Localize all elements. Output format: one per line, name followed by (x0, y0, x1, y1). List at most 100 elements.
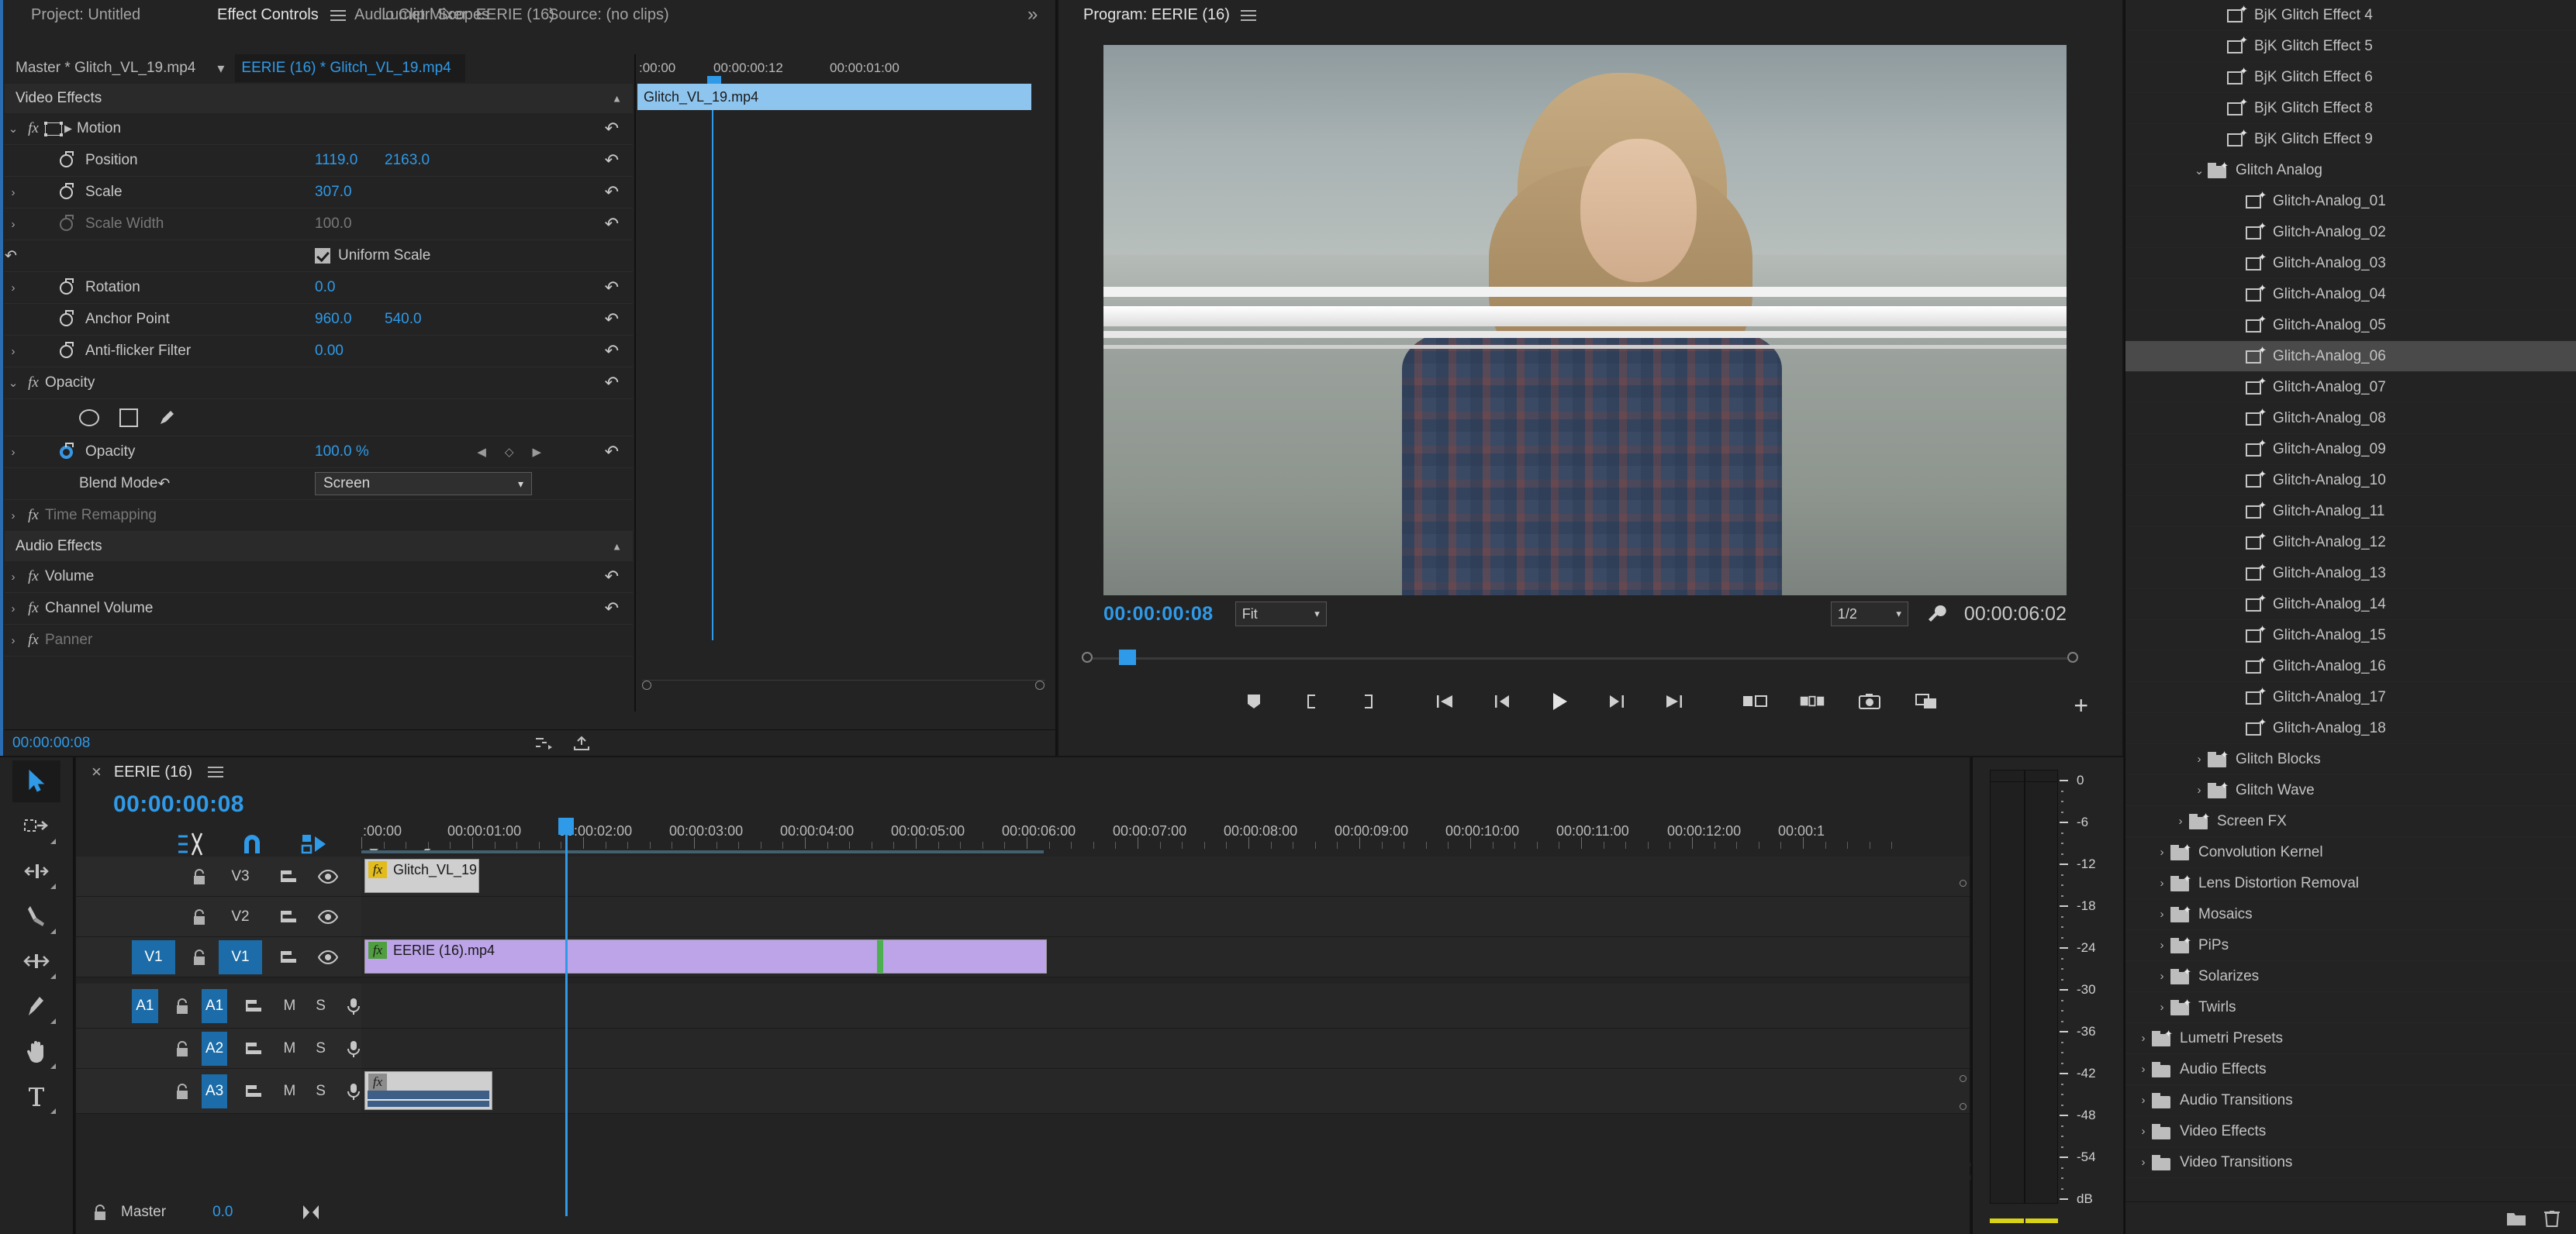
prev-keyframe-icon[interactable]: ◀ (477, 445, 486, 459)
twisty-icon[interactable]: › (5, 446, 22, 459)
program-scrub-bar[interactable] (1082, 650, 2078, 667)
sync-lock-icon[interactable] (279, 949, 298, 966)
rectangle-mask-icon[interactable] (119, 408, 138, 427)
effects-tree-item[interactable]: ⌄✦Glitch Analog (2125, 155, 2576, 186)
effect-controls-timecode[interactable]: 00:00:00:08 (5, 735, 90, 752)
timeline-clip[interactable]: fx (364, 1071, 492, 1110)
reset-icon[interactable]: ↶ (605, 150, 619, 171)
param-row-scale-width[interactable]: › Scale Width 100.0 ↶ (5, 209, 633, 240)
effects-tree-item[interactable]: ✦BjK Glitch Effect 9 (2125, 124, 2576, 155)
source-patch-A3[interactable] (132, 1074, 158, 1108)
pen-tool[interactable] (12, 985, 60, 1027)
effect-row-channel-volume[interactable]: › fx Channel Volume ↶ (5, 593, 633, 625)
twisty-icon[interactable]: › (2153, 846, 2170, 859)
effects-tree-item[interactable]: ›✦Convolution Kernel (2125, 837, 2576, 868)
effects-tree-item[interactable]: ›Video Effects (2125, 1116, 2576, 1147)
tool-more-corner[interactable] (50, 974, 56, 979)
twisty-icon[interactable]: › (2153, 939, 2170, 952)
delete-icon[interactable] (2543, 1209, 2560, 1228)
twisty-icon[interactable]: › (2135, 1156, 2152, 1169)
effects-tree-item[interactable]: ✦Glitch-Analog_12 (2125, 527, 2576, 558)
insert-overwrite-icon[interactable] (177, 832, 203, 857)
effects-tree-item[interactable]: ›✦Glitch Wave (2125, 775, 2576, 806)
twisty-icon[interactable]: › (5, 509, 22, 522)
timeline-clip[interactable]: fxGlitch_VL_19 (364, 859, 479, 893)
linked-selection-icon[interactable] (301, 832, 327, 857)
effects-tree-item[interactable]: ✦Glitch-Analog_17 (2125, 682, 2576, 713)
sync-lock-icon[interactable] (279, 908, 298, 926)
reset-icon[interactable]: ↶ (605, 373, 619, 393)
stopwatch-icon[interactable] (54, 345, 78, 358)
zoom-handle-right[interactable] (1035, 681, 1045, 690)
effects-tree-item[interactable]: ›✦PiPs (2125, 930, 2576, 961)
effects-tree-item[interactable]: ›Audio Effects (2125, 1054, 2576, 1085)
reset-icon[interactable]: ↶ (605, 277, 619, 298)
reset-icon[interactable]: ↶ (5, 247, 17, 265)
twisty-icon[interactable]: › (5, 634, 22, 647)
twisty-icon[interactable]: › (2191, 784, 2208, 797)
effect-row-motion[interactable]: ⌄ fx ▶ Motion ↶ (5, 113, 633, 145)
go-to-in-icon[interactable] (1431, 688, 1458, 715)
selection-tool[interactable] (12, 760, 60, 802)
lock-icon[interactable] (192, 868, 206, 885)
reset-icon[interactable]: ↶ (605, 119, 619, 139)
panel-menu-icon[interactable] (1241, 10, 1256, 21)
track-body-V2[interactable] (361, 897, 1970, 936)
panel-menu-icon[interactable] (208, 767, 223, 777)
twisty-icon[interactable]: › (5, 186, 22, 199)
effects-tree-item[interactable]: ✦Glitch-Analog_01 (2125, 186, 2576, 217)
effects-tree-item[interactable]: ✦Glitch-Analog_07 (2125, 372, 2576, 403)
uniform-scale-checkbox[interactable]: Uniform Scale (315, 247, 430, 264)
microphone-icon[interactable] (346, 997, 361, 1015)
track-name-A3[interactable]: A3 (202, 1074, 228, 1108)
track-height-handle-bot[interactable] (1960, 1103, 1967, 1110)
audio-effects-section-header[interactable]: Audio Effects ▲ (5, 532, 633, 561)
go-to-out-icon[interactable] (1661, 688, 1687, 715)
track-name-V3[interactable]: V3 (219, 860, 262, 894)
scale-width-value[interactable]: 100.0 (315, 215, 352, 233)
reset-icon[interactable]: ↶ (605, 182, 619, 202)
pen-mask-icon[interactable] (158, 409, 175, 426)
uniform-scale-row[interactable]: Uniform Scale ↶ (5, 240, 633, 272)
tool-more-corner[interactable] (50, 1063, 56, 1069)
track-height-handle-mid[interactable] (1960, 1075, 1967, 1082)
source-patch-A2[interactable] (132, 1032, 158, 1066)
twisty-icon[interactable]: › (2135, 1094, 2152, 1107)
effect-row-panner[interactable]: › fx Panner (5, 625, 633, 657)
extract-icon[interactable] (1799, 688, 1825, 715)
program-video-view[interactable] (1103, 45, 2067, 595)
sync-lock-icon[interactable] (279, 868, 298, 885)
timeline-playhead-timecode[interactable]: 00:00:00:08 (113, 791, 244, 818)
anti-flicker-value[interactable]: 0.00 (315, 343, 344, 360)
lock-icon[interactable] (175, 998, 189, 1015)
sync-lock-icon[interactable] (244, 1083, 263, 1100)
effects-tree-item[interactable]: ✦Glitch-Analog_08 (2125, 403, 2576, 434)
opacity-value[interactable]: 100.0 % (315, 443, 369, 460)
effects-tree-item[interactable]: ✦Glitch-Analog_16 (2125, 651, 2576, 682)
effects-tree-item[interactable]: ✦Glitch-Analog_11 (2125, 496, 2576, 527)
hand-tool[interactable] (12, 1030, 60, 1072)
scale-value[interactable]: 307.0 (315, 184, 352, 201)
effects-tree-item[interactable]: ✦Glitch-Analog_15 (2125, 620, 2576, 651)
twisty-icon[interactable]: › (2153, 908, 2170, 921)
sync-lock-icon[interactable] (244, 1040, 263, 1057)
play-only-audio-icon[interactable] (534, 736, 553, 751)
tool-more-corner[interactable] (50, 1019, 56, 1024)
mute-track-button[interactable]: M (283, 1083, 295, 1100)
more-tabs-icon[interactable]: » (1010, 0, 1055, 29)
effect-row-time-remapping[interactable]: › fx Time Remapping (5, 500, 633, 532)
param-row-blend-mode[interactable]: Blend Mode Screen ▾ ↶ (5, 468, 633, 500)
tool-more-corner[interactable] (50, 1108, 56, 1114)
reset-icon[interactable]: ↶ (605, 341, 619, 361)
track-height-handle-top[interactable] (1960, 880, 1967, 887)
export-frame-marker-icon[interactable] (1241, 688, 1267, 715)
timeline-work-area-bar[interactable] (361, 849, 1970, 855)
track-body-V3[interactable]: fxGlitch_VL_19 (361, 857, 1970, 896)
type-tool[interactable] (12, 1075, 60, 1117)
master-track-row[interactable]: Master 0.0 (76, 1195, 361, 1229)
twisty-icon[interactable]: › (5, 602, 22, 615)
stopwatch-active-icon[interactable] (54, 446, 78, 459)
meter-peak-indicator[interactable] (1990, 770, 2058, 782)
effect-controls-mini-timeline[interactable]: :00:00 00:00:00:12 00:00:01:00 Glitch_VL… (634, 54, 1055, 712)
new-preset-bin-icon[interactable] (2506, 1210, 2526, 1227)
